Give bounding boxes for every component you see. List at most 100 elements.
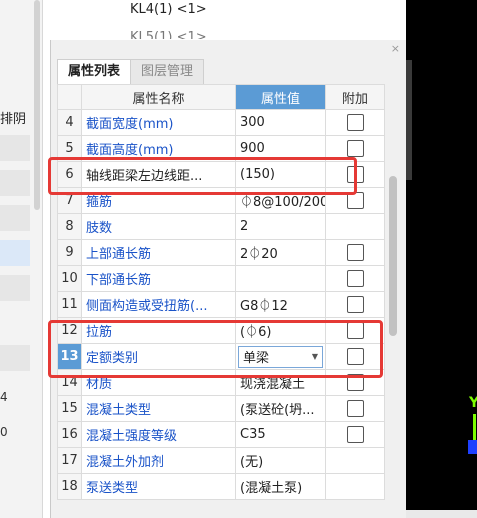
table-row[interactable]: 16 混凝土强度等级 C35 (57, 421, 385, 448)
sidebar-scrollbar[interactable] (34, 0, 40, 210)
property-name: 混凝土类型 (81, 395, 236, 422)
column-header-name: 属性名称 (81, 84, 236, 110)
attach-checkbox[interactable] (346, 374, 364, 391)
row-number: 11 (57, 291, 82, 318)
table-row[interactable]: 17 混凝土外加剂 (无) (57, 447, 385, 474)
table-row[interactable]: 8 肢数 2 (57, 213, 385, 240)
axis-z-icon (468, 440, 477, 454)
property-value[interactable]: (⏀6) (235, 317, 326, 344)
property-name: 截面高度(mm) (81, 135, 236, 162)
row-number: 15 (57, 395, 82, 422)
row-number: 6 (57, 161, 82, 188)
property-value[interactable]: 2 (235, 213, 326, 240)
sidebar-partial-label: 排阴 (0, 112, 27, 127)
attach-checkbox-cell (325, 161, 385, 188)
tab-layer-management[interactable]: 图层管理 (130, 59, 205, 84)
property-name: 混凝土外加剂 (81, 447, 236, 474)
property-table: 属性名称 属性值 附加 4 截面宽度(mm) 300 5 截面高度(mm) 90… (57, 84, 385, 500)
table-row[interactable]: 7 箍筋 ⏀8@100/200 (57, 187, 385, 214)
table-row[interactable]: 11 侧面构造或受扭筋(... G8⏀12 (57, 291, 385, 318)
property-name: 箍筋 (81, 187, 236, 214)
table-row[interactable]: 14 材质 现浇混凝土 (57, 369, 385, 396)
property-value[interactable]: (无) (235, 447, 326, 474)
attach-checkbox[interactable] (346, 140, 364, 157)
property-value[interactable]: (150) (235, 161, 326, 188)
sidebar-row[interactable] (0, 135, 30, 161)
property-name: 泵送类型 (81, 473, 236, 500)
property-name: 侧面构造或受扭筋(... (81, 291, 236, 318)
3d-viewport[interactable]: Y (406, 0, 477, 510)
attach-checkbox[interactable] (346, 244, 364, 261)
status-strip (406, 510, 477, 518)
property-value[interactable] (235, 265, 326, 292)
tree-item[interactable]: KL4(1) <1> (130, 2, 207, 17)
sidebar-row[interactable] (0, 275, 30, 301)
quota-type-select[interactable]: 单梁 ▼ (238, 345, 323, 368)
property-value-cell: 单梁 ▼ (235, 343, 326, 370)
attach-checkbox-cell (325, 109, 385, 136)
tab-property-list[interactable]: 属性列表 (57, 59, 132, 84)
panel-scrollbar[interactable] (386, 84, 400, 518)
attach-checkbox[interactable] (346, 270, 364, 287)
property-value[interactable]: 900 (235, 135, 326, 162)
attach-checkbox[interactable] (346, 322, 364, 339)
property-value[interactable]: (混凝土泵) (235, 473, 326, 500)
attach-checkbox-cell (325, 187, 385, 214)
table-row[interactable]: 10 下部通长筋 (57, 265, 385, 292)
panel-tabs: 属性列表 图层管理 (57, 59, 205, 84)
row-number: 7 (57, 187, 82, 214)
attach-checkbox[interactable] (346, 426, 364, 443)
left-sidebar: 排阴 4 0 (0, 0, 43, 518)
attach-checkbox-cell (325, 265, 385, 292)
sidebar-partial-number: 0 (0, 425, 8, 439)
row-number: 9 (57, 239, 82, 266)
attach-checkbox-cell (325, 291, 385, 318)
attach-checkbox[interactable] (346, 296, 364, 313)
sidebar-row[interactable] (0, 345, 30, 371)
row-number: 4 (57, 109, 82, 136)
attach-checkbox-cell (325, 317, 385, 344)
property-value[interactable]: 300 (235, 109, 326, 136)
sidebar-row-selected[interactable] (0, 240, 30, 266)
close-icon[interactable]: × (391, 42, 400, 55)
table-row[interactable]: 18 泵送类型 (混凝土泵) (57, 473, 385, 500)
table-row[interactable]: 5 截面高度(mm) 900 (57, 135, 385, 162)
row-number: 18 (57, 473, 82, 500)
row-number: 12 (57, 317, 82, 344)
attach-checkbox[interactable] (346, 114, 364, 131)
row-number: 14 (57, 369, 82, 396)
component-tree: KL4(1) <1> KL5(1) <1> (50, 0, 405, 40)
table-row-selected[interactable]: 13 定额类别 单梁 ▼ (57, 343, 385, 370)
table-row[interactable]: 6 轴线距梁左边线距... (150) (57, 161, 385, 188)
property-value[interactable]: (泵送砼(坍... (235, 395, 326, 422)
dropdown-arrow-icon[interactable]: ▼ (312, 352, 318, 361)
sidebar-row[interactable] (0, 170, 30, 196)
attach-checkbox-cell (325, 447, 385, 474)
axis-y-label: Y (469, 395, 477, 411)
table-row[interactable]: 12 拉筋 (⏀6) (57, 317, 385, 344)
property-value[interactable]: ⏀8@100/200 (235, 187, 326, 214)
attach-checkbox[interactable] (346, 192, 364, 209)
row-number: 8 (57, 213, 82, 240)
tree-item[interactable]: KL5(1) <1> (130, 29, 207, 39)
property-value[interactable]: C35 (235, 421, 326, 448)
property-value[interactable]: 现浇混凝土 (235, 369, 326, 396)
attach-checkbox-cell (325, 369, 385, 396)
property-value[interactable]: G8⏀12 (235, 291, 326, 318)
property-value[interactable]: 2⏀20 (235, 239, 326, 266)
attach-checkbox[interactable] (346, 348, 364, 365)
table-row[interactable]: 9 上部通长筋 2⏀20 (57, 239, 385, 266)
property-name: 轴线距梁左边线距... (81, 161, 236, 188)
property-name: 上部通长筋 (81, 239, 236, 266)
attach-checkbox-cell (325, 213, 385, 240)
axis-y-icon (473, 414, 476, 442)
scrollbar-thumb[interactable] (389, 176, 397, 336)
table-row[interactable]: 15 混凝土类型 (泵送砼(坍... (57, 395, 385, 422)
attach-checkbox-cell (325, 395, 385, 422)
viewport-collapse-handle[interactable] (406, 60, 412, 180)
table-row[interactable]: 4 截面宽度(mm) 300 (57, 109, 385, 136)
property-name: 截面宽度(mm) (81, 109, 236, 136)
attach-checkbox[interactable] (346, 166, 364, 183)
attach-checkbox[interactable] (346, 400, 364, 417)
sidebar-row[interactable] (0, 205, 30, 231)
